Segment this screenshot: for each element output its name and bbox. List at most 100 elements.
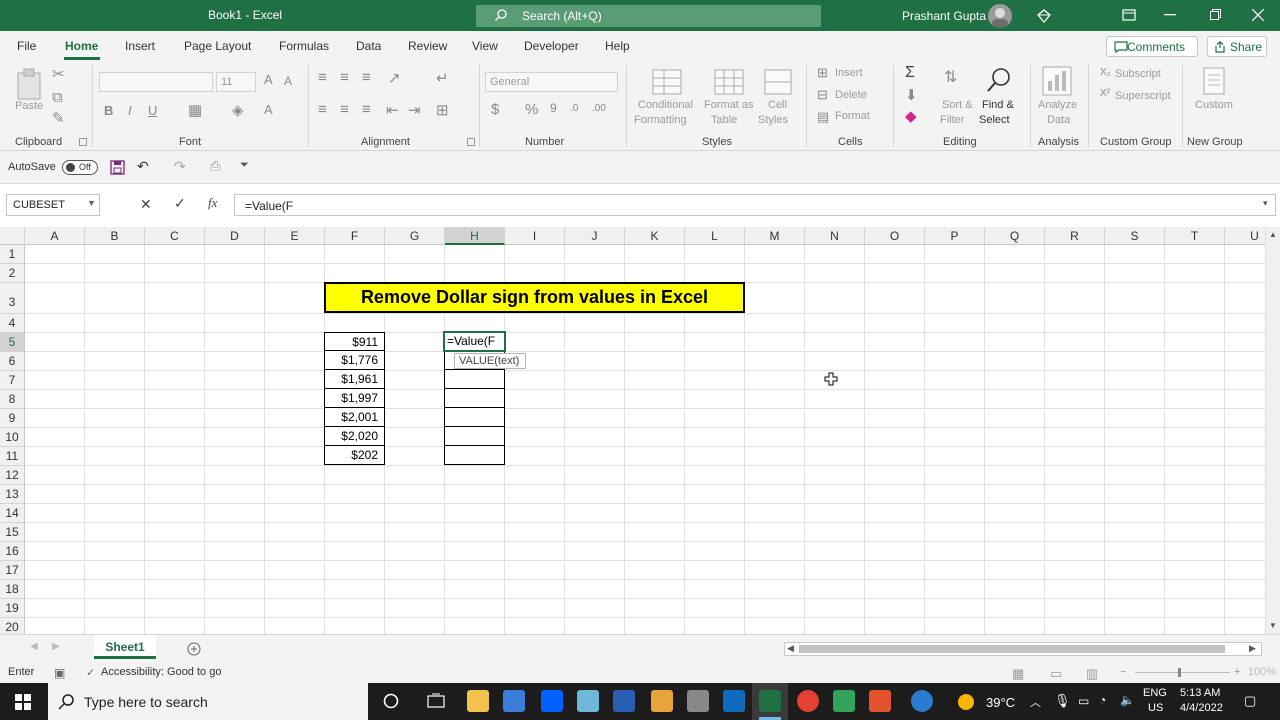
tab-developer[interactable]: Developer	[524, 39, 579, 53]
chrome-icon[interactable]	[797, 690, 819, 712]
share-button[interactable]: Share	[1207, 36, 1267, 57]
column-header-j[interactable]: J	[565, 227, 625, 245]
tab-insert[interactable]: Insert	[125, 39, 155, 53]
search-box[interactable]: Search (Alt+Q)	[476, 5, 821, 27]
cell-h7[interactable]	[444, 370, 505, 389]
delete-label[interactable]: Delete	[835, 89, 867, 101]
cortana-icon[interactable]	[383, 693, 399, 709]
cell-styles-icon[interactable]	[764, 69, 792, 95]
decrease-decimal-icon[interactable]: .00	[592, 103, 606, 114]
excel-taskbar-button[interactable]	[752, 683, 788, 720]
language-line-1[interactable]: ENG	[1143, 687, 1167, 699]
row-header-8[interactable]: 8	[0, 390, 25, 409]
autosum-icon[interactable]: Σ	[905, 64, 915, 82]
dropbox-icon[interactable]	[541, 690, 563, 712]
outlook-icon[interactable]	[723, 690, 745, 712]
page-break-view-icon[interactable]: ▥	[1086, 666, 1098, 682]
clock-date[interactable]: 4/4/2022	[1180, 702, 1223, 714]
analyze-data-label-1[interactable]: Analyze	[1038, 99, 1077, 111]
sheet-tab-sheet1[interactable]: Sheet1	[94, 635, 156, 659]
wifi-icon[interactable]: ◔	[1099, 693, 1106, 707]
column-header-k[interactable]: K	[625, 227, 685, 245]
file-explorer-icon[interactable]	[467, 690, 489, 712]
undo-icon[interactable]: ↶	[137, 158, 149, 175]
format-label[interactable]: Format	[835, 110, 870, 122]
align-right-icon[interactable]: ≡	[362, 101, 371, 118]
close-icon[interactable]	[1252, 9, 1264, 21]
fill-icon[interactable]: ⬇	[905, 86, 918, 104]
cell-styles-label-1[interactable]: Cell	[768, 99, 787, 111]
recorder-icon[interactable]	[869, 690, 891, 712]
ribbon-display-icon[interactable]	[1122, 9, 1136, 21]
next-sheet-icon[interactable]: ▶	[52, 641, 60, 652]
user-name[interactable]: Prashant Gupta	[902, 9, 986, 23]
function-tooltip[interactable]: VALUE(text)	[454, 353, 526, 369]
format-as-table-label-2[interactable]: Table	[711, 114, 737, 126]
cell-f8[interactable]: $1,997	[324, 389, 385, 408]
comma-style-icon[interactable]: 9	[550, 101, 557, 115]
windows-start-icon[interactable]	[15, 694, 31, 710]
minimize-icon[interactable]	[1164, 14, 1176, 16]
column-header-g[interactable]: G	[385, 227, 445, 245]
format-cells-icon[interactable]: ▤	[817, 109, 829, 125]
enter-icon[interactable]: ✓	[174, 195, 186, 212]
italic-icon[interactable]: I	[128, 103, 132, 118]
column-header-e[interactable]: E	[265, 227, 325, 245]
scroll-right-icon[interactable]: ▶	[1249, 643, 1256, 654]
increase-indent-icon[interactable]: ⇥	[408, 101, 421, 119]
print-preview-icon[interactable]: ⎙	[210, 158, 220, 174]
worksheet-grid[interactable]: ABCDEFGHIJKLMNOPQRSTU 1 2 3 4 5 6 7 8 9 10 11 12 13 1…	[0, 227, 1280, 634]
cell-f10[interactable]: $2,020	[324, 427, 385, 446]
format-as-table-icon[interactable]	[714, 69, 744, 95]
scroll-up-icon[interactable]: ▲	[1269, 230, 1277, 239]
row-header-5[interactable]: 5	[0, 333, 25, 352]
select-all-corner[interactable]	[0, 227, 25, 245]
normal-view-icon[interactable]: ▦	[1012, 666, 1024, 682]
insert-cells-icon[interactable]: ⊞	[817, 65, 828, 81]
photos-app-icon[interactable]	[651, 690, 673, 712]
column-header-b[interactable]: B	[85, 227, 145, 245]
orientation-icon[interactable]: ↗	[388, 69, 401, 87]
accessibility-icon[interactable]: ✓	[86, 666, 95, 679]
column-header-l[interactable]: L	[685, 227, 745, 245]
diamond-icon[interactable]	[1036, 8, 1052, 24]
cell-h9[interactable]	[444, 408, 505, 427]
subscript-label[interactable]: Subscript	[1115, 68, 1161, 80]
find-select-label-2[interactable]: Select	[979, 114, 1010, 126]
find-select-label-1[interactable]: Find &	[982, 99, 1014, 111]
column-header-s[interactable]: S	[1105, 227, 1165, 245]
temperature[interactable]: 39°C	[986, 695, 1015, 710]
column-header-d[interactable]: D	[205, 227, 265, 245]
snipping-tool-icon[interactable]	[687, 690, 709, 712]
column-header-f[interactable]: F	[325, 227, 385, 245]
align-left-icon[interactable]: ≡	[318, 101, 327, 118]
active-cell-h5[interactable]: =Value(F	[443, 331, 506, 352]
row-header-14[interactable]: 14	[0, 504, 25, 523]
cell-h10[interactable]	[444, 427, 505, 446]
percent-icon[interactable]: %	[525, 101, 538, 118]
notifications-icon[interactable]: ▢	[1244, 693, 1256, 709]
sort-filter-label-1[interactable]: Sort &	[942, 99, 973, 111]
task-view-icon[interactable]	[427, 693, 445, 709]
decrease-font-icon[interactable]: A	[284, 74, 292, 88]
align-middle-icon[interactable]: ≡	[340, 69, 349, 86]
add-sheet-icon[interactable]	[187, 642, 201, 656]
language-line-2[interactable]: US	[1148, 702, 1163, 714]
row-header-2[interactable]: 2	[0, 264, 25, 283]
taskbar-search-box[interactable]: Type here to search	[48, 683, 368, 720]
tab-formulas[interactable]: Formulas	[279, 39, 329, 53]
title-cell[interactable]: Remove Dollar sign from values in Excel	[324, 282, 745, 313]
increase-decimal-icon[interactable]: .0	[570, 103, 578, 114]
cancel-icon[interactable]: ✕	[140, 196, 152, 213]
insert-function-icon[interactable]: fx	[208, 195, 217, 211]
row-header-12[interactable]: 12	[0, 466, 25, 485]
number-format-select[interactable]: General	[485, 72, 618, 92]
underline-icon[interactable]: U	[148, 103, 157, 118]
column-header-n[interactable]: N	[805, 227, 865, 245]
zoom-in-icon[interactable]: +	[1234, 666, 1240, 678]
superscript-icon[interactable]: X²	[1100, 88, 1110, 99]
dialog-launcher-icon[interactable]	[467, 138, 475, 146]
borders-icon[interactable]: ▦	[188, 101, 202, 119]
row-header-19[interactable]: 19	[0, 599, 25, 618]
tab-view[interactable]: View	[472, 39, 498, 53]
